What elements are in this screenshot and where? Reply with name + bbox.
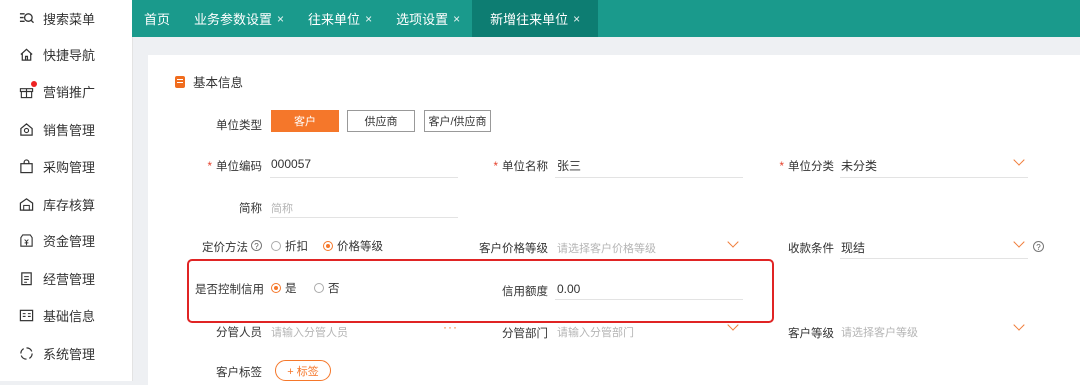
unit-category-select[interactable]: 未分类 <box>841 157 877 174</box>
unit-name-input[interactable]: 张三 <box>557 157 581 174</box>
document-icon <box>18 270 34 286</box>
bag-icon <box>18 158 34 174</box>
section-title-text: 基本信息 <box>193 76 244 90</box>
sidebar-item-search-menu[interactable]: 搜索菜单 <box>18 7 95 29</box>
sidebar-item-operations[interactable]: 经营管理 <box>18 267 95 289</box>
required-mark: * <box>779 161 784 173</box>
tab-label: 新增往来单位 <box>490 12 569 27</box>
managed-by-input[interactable]: 请输入分管人员 <box>271 324 348 340</box>
unit-code-label: * 单位编码 <box>190 158 262 174</box>
tab-home[interactable]: 首页 <box>132 0 182 37</box>
tab-contacts[interactable]: 往来单位 × <box>296 0 384 37</box>
sidebar-item-label: 库存核算 <box>43 197 96 213</box>
tab-label: 选项设置 <box>396 12 449 27</box>
payment-terms-label: 收款条件 <box>788 243 834 255</box>
customer-level-label: 客户等级 <box>788 328 834 340</box>
sidebar-item-basic-info[interactable]: 基础信息 <box>18 304 95 326</box>
close-icon[interactable]: × <box>453 12 460 26</box>
sidebar-item-quick-nav[interactable]: 快捷导航 <box>18 43 95 65</box>
tab-label: 往来单位 <box>308 12 361 27</box>
managed-dept-label: 分管部门 <box>502 328 548 340</box>
customer-level-select[interactable]: 请选择客户等级 <box>841 324 918 340</box>
money-icon <box>18 232 34 248</box>
payment-terms-select[interactable]: 现结 <box>841 239 865 256</box>
unit-code-underline <box>270 177 458 178</box>
short-name-label: 简称 <box>239 203 262 215</box>
warehouse-icon <box>18 196 34 212</box>
unit-type-customer-button[interactable]: 客户 <box>271 110 339 132</box>
sidebar-item-marketing[interactable]: 营销推广 <box>18 80 95 102</box>
close-icon[interactable]: × <box>365 12 372 26</box>
payment-terms-underline <box>840 258 1028 259</box>
section-icon <box>175 75 185 88</box>
pricing-discount-radio[interactable]: 折扣 <box>271 238 308 254</box>
unit-name-label: * 单位名称 <box>470 158 548 174</box>
sidebar-item-label: 资金管理 <box>43 233 96 249</box>
tab-label: 首页 <box>144 12 171 27</box>
unit-type-label: 单位类型 <box>216 120 262 132</box>
sidebar-item-label: 快捷导航 <box>43 47 96 63</box>
required-mark: * <box>493 161 498 173</box>
sidebar-item-system[interactable]: 系统管理 <box>18 342 95 364</box>
managed-dept-input[interactable]: 请输入分管部门 <box>557 324 634 340</box>
sidebar: 搜索菜单 快捷导航 营销推广 销售管理 采购管理 库存核算 资金管理 经营管理 … <box>0 0 133 381</box>
unit-type-supplier-button[interactable]: 供应商 <box>347 110 415 132</box>
customer-price-level-label: 客户价格等级 <box>479 243 548 255</box>
search-menu-icon <box>18 10 34 26</box>
sidebar-item-label: 搜索菜单 <box>43 11 96 27</box>
pricing-method-label: 定价方法 <box>202 242 248 254</box>
unit-category-label: * 单位分类 <box>760 158 834 174</box>
sidebar-item-funds[interactable]: 资金管理 <box>18 229 95 251</box>
required-mark: * <box>207 161 212 173</box>
unit-name-underline <box>555 177 743 178</box>
help-icon[interactable]: ? <box>1033 241 1044 252</box>
highlight-box <box>187 259 774 323</box>
home-icon <box>18 46 34 62</box>
sidebar-item-label: 系统管理 <box>43 346 96 362</box>
gift-icon <box>18 81 37 99</box>
short-name-underline <box>270 217 458 218</box>
managed-by-label: 分管人员 <box>216 327 262 339</box>
info-icon <box>18 307 34 323</box>
close-icon[interactable]: × <box>277 12 284 26</box>
tab-new-contact[interactable]: 新增往来单位 × <box>472 0 599 37</box>
tab-business-params[interactable]: 业务参数设置 × <box>182 0 296 37</box>
radio-label: 折扣 <box>285 241 308 253</box>
sidebar-item-label: 经营管理 <box>43 271 96 287</box>
unit-category-underline <box>840 177 1028 178</box>
customer-tag-label: 客户标签 <box>216 367 262 379</box>
pricing-level-radio[interactable]: 价格等级 <box>323 238 383 254</box>
unit-code-input[interactable]: 000057 <box>271 157 311 171</box>
sales-icon <box>18 121 34 137</box>
customer-price-level-select[interactable]: 请选择客户价格等级 <box>557 240 656 256</box>
system-icon <box>18 345 34 361</box>
sidebar-item-label: 销售管理 <box>43 122 96 138</box>
sidebar-item-label: 基础信息 <box>43 308 96 324</box>
sidebar-item-purchase[interactable]: 采购管理 <box>18 155 95 177</box>
section-title: 基本信息 <box>175 72 243 91</box>
radio-circle <box>271 241 281 251</box>
sidebar-item-inventory[interactable]: 库存核算 <box>18 193 95 215</box>
unit-code-label-text: 单位编码 <box>216 161 262 173</box>
radio-circle <box>323 241 333 251</box>
unit-type-both-button[interactable]: 客户/供应商 <box>424 110 491 132</box>
unit-category-label-text: 单位分类 <box>788 161 834 173</box>
short-name-input[interactable]: 简称 <box>271 200 293 216</box>
radio-label: 价格等级 <box>337 241 383 253</box>
sidebar-item-label: 营销推广 <box>43 84 96 100</box>
tab-options[interactable]: 选项设置 × <box>384 0 472 37</box>
tab-bar: 首页 业务参数设置 × 往来单位 × 选项设置 × 新增往来单位 × <box>132 0 1080 37</box>
tab-label: 业务参数设置 <box>194 12 273 27</box>
close-icon[interactable]: × <box>573 12 580 26</box>
notification-dot <box>31 81 37 87</box>
sidebar-item-label: 采购管理 <box>43 159 96 175</box>
help-icon[interactable]: ? <box>251 240 262 251</box>
unit-name-label-text: 单位名称 <box>502 161 548 173</box>
add-tag-button[interactable]: + 标签 <box>275 360 331 381</box>
sidebar-item-sales[interactable]: 销售管理 <box>18 118 95 140</box>
